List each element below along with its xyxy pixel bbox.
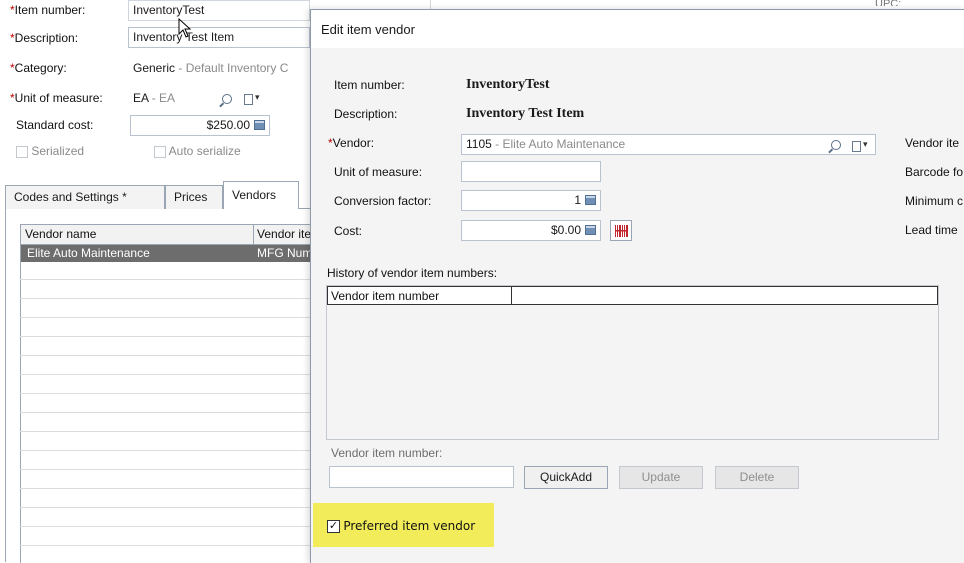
dlg-item-number-value: InventoryTest [466, 77, 550, 92]
calculator-icon[interactable] [254, 119, 265, 130]
vendor-name-cell: Elite Auto Maintenance [27, 246, 150, 260]
dlg-vendor-label: *Vendor: [328, 136, 375, 150]
checkmark-icon: ✓ [327, 520, 340, 534]
edit-item-vendor-dialog: Edit item vendor Item number: InventoryT… [310, 9, 964, 563]
category-field[interactable]: Generic - Default Inventory C [128, 58, 310, 79]
dlg-conversion-label: Conversion factor: [334, 194, 432, 208]
grid-row-line [20, 507, 310, 508]
dlg-description-value: Inventory Test Item [466, 106, 585, 121]
grid-row-line [20, 336, 310, 337]
update-button[interactable]: Update [619, 466, 703, 489]
dlg-item-number-label: Item number: [334, 78, 405, 92]
grid-row-line [20, 317, 310, 318]
vendor-item-number-input[interactable] [329, 466, 514, 488]
barcode-icon [615, 225, 628, 237]
dialog-title: Edit item vendor [321, 22, 415, 37]
tab-vendors[interactable]: Vendors [223, 181, 299, 209]
dlg-uom-field[interactable] [461, 161, 601, 182]
grid-row-line [20, 526, 310, 527]
tab-prices[interactable]: Prices [165, 185, 223, 209]
description-label: *Description: [10, 31, 79, 45]
history-grid-header: Vendor item number [327, 286, 938, 305]
vendor-field[interactable]: 1105 - Elite Auto Maintenance [461, 134, 876, 155]
category-label: *Category: [10, 61, 67, 75]
description-field[interactable]: Inventory Test Item [128, 27, 310, 48]
grid-row-line [20, 469, 310, 470]
grid-row-line [20, 279, 310, 280]
vendors-grid-header: Vendor name Vendor ite [21, 225, 311, 245]
serialized-checkbox[interactable]: Serialized [16, 144, 84, 158]
cost-field[interactable]: $0.00 [461, 220, 601, 241]
uom-lookup-icon[interactable] [222, 91, 232, 105]
col-divider [253, 225, 254, 244]
item-number-label: *Item number: [10, 3, 86, 17]
grid-row-line [20, 412, 310, 413]
vendor-flag-icon[interactable] [846, 139, 868, 153]
vendor-item-label: Vendor ite [905, 136, 960, 150]
dlg-description-label: Description: [334, 107, 398, 121]
barcode-button[interactable] [610, 220, 632, 241]
delete-button[interactable]: Delete [715, 466, 799, 489]
mouse-cursor-icon [178, 18, 192, 38]
dlg-uom-label: Unit of measure: [334, 165, 423, 179]
grid-row-line [20, 298, 310, 299]
tab-codes-and-settings[interactable]: Codes and Settings * [5, 185, 165, 209]
minimum-label: Minimum c [905, 194, 964, 208]
col-vendor-name[interactable]: Vendor name [25, 227, 96, 241]
col-divider [511, 287, 512, 304]
auto-serialize-checkbox[interactable]: Auto serialize [154, 144, 241, 158]
upc-label: UPC: [875, 0, 902, 6]
col-vendor-item[interactable]: Vendor ite [257, 227, 311, 241]
preferred-item-vendor-checkbox[interactable]: ✓ Preferred item vendor [327, 519, 475, 534]
conversion-factor-field[interactable]: 1 [461, 190, 601, 211]
dialog-title-bar: Edit item vendor [311, 10, 964, 48]
history-label: History of vendor item numbers: [327, 266, 498, 280]
uom-flag-icon[interactable] [238, 92, 260, 106]
grid-row-line [20, 374, 310, 375]
vendor-item-cell: MFG Num [257, 246, 313, 260]
uom-label: *Unit of measure: [10, 91, 103, 105]
quickadd-button[interactable]: QuickAdd [524, 466, 608, 489]
standard-cost-field[interactable]: $250.00 [130, 115, 270, 136]
history-grid: Vendor item number [326, 285, 939, 440]
grid-row-line [20, 545, 310, 546]
vendor-lookup-icon[interactable] [831, 137, 841, 151]
dlg-cost-label: Cost: [334, 224, 363, 238]
grid-row-line [20, 431, 310, 432]
standard-cost-label: Standard cost: [16, 118, 94, 132]
calculator-icon[interactable] [585, 194, 596, 205]
item-number-field[interactable]: InventoryTest [128, 0, 310, 21]
barcode-label: Barcode fo [905, 165, 964, 179]
lead-time-label: Lead time [905, 223, 958, 237]
grid-row-line [20, 450, 310, 451]
grid-row-line [20, 355, 310, 356]
table-row[interactable]: Elite Auto Maintenance MFG Num [21, 245, 313, 262]
grid-row-line [20, 488, 310, 489]
history-col-vendor-item-number[interactable]: Vendor item number [331, 289, 439, 303]
calculator-icon[interactable] [585, 224, 596, 235]
vendor-item-number-label: Vendor item number: [331, 446, 443, 460]
grid-row-line [20, 393, 310, 394]
